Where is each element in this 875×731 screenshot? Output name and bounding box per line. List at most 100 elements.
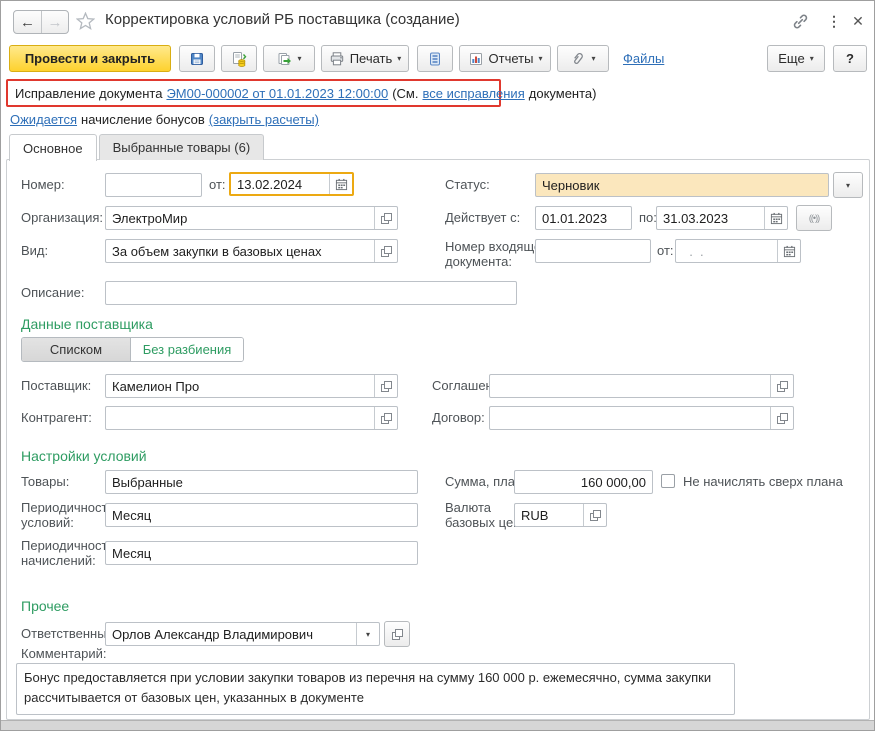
valid-to-label: по: — [639, 210, 657, 225]
contract-input[interactable] — [490, 407, 770, 429]
status-dropdown-button[interactable]: ▾ — [833, 172, 863, 198]
more-button[interactable]: Еще ▾ — [767, 45, 825, 72]
banner-prefix: Исправление документа — [15, 85, 163, 101]
print-button[interactable]: Печать ▾ — [321, 45, 409, 72]
valid-to-calendar-button[interactable] — [764, 207, 787, 229]
valid-from-label: Действует с: — [445, 210, 521, 225]
period-conditions-field-wrap — [105, 503, 418, 527]
supplier-choose-button[interactable] — [374, 375, 397, 397]
calendar-icon — [783, 245, 795, 257]
no-accrual-over-plan-checkbox[interactable] — [661, 474, 675, 488]
back-button[interactable]: ← — [14, 11, 41, 33]
valid-from-field-wrap — [535, 206, 632, 230]
incoming-date-calendar-button[interactable] — [777, 240, 800, 262]
banner-tail: документа) — [528, 85, 597, 101]
page-title: Корректировка условий РБ поставщика (соз… — [105, 11, 460, 28]
organization-choose-button[interactable] — [374, 207, 397, 229]
close-button[interactable]: ✕ — [845, 9, 871, 33]
close-icon: ✕ — [852, 12, 864, 29]
base-currency-choose-button[interactable] — [583, 504, 606, 526]
counterparty-input[interactable] — [106, 407, 374, 429]
incoming-date-input[interactable] — [676, 240, 777, 262]
reports-button[interactable]: Отчеты ▾ — [459, 45, 551, 72]
link-icon — [793, 14, 807, 28]
responsible-choose-button[interactable] — [384, 621, 410, 647]
bonus-text: начисление бонусов — [81, 112, 205, 127]
number-field-wrap — [105, 173, 202, 197]
source-document-link[interactable]: ЭМ00-000002 от 01.01.2023 12:00:00 — [166, 86, 388, 101]
description-input[interactable] — [106, 282, 516, 304]
choose-icon — [391, 628, 403, 640]
counterparty-label: Контрагент: — [21, 410, 92, 425]
choose-icon — [380, 212, 392, 224]
favorite-button[interactable] — [73, 10, 97, 32]
number-input[interactable] — [106, 174, 201, 196]
calendar-icon — [335, 178, 347, 190]
main-form-panel: Номер: от: Статус: ▾ Организа — [6, 159, 870, 720]
all-corrections-link[interactable]: все исправления — [422, 86, 524, 101]
choose-icon — [380, 245, 392, 257]
comment-label: Комментарий: — [21, 646, 107, 661]
tab-main[interactable]: Основное — [9, 134, 97, 161]
calendar-icon — [770, 212, 782, 224]
amount-plan-field-wrap — [514, 470, 653, 494]
counterparty-choose-button[interactable] — [374, 407, 397, 429]
date-input[interactable] — [231, 174, 329, 194]
period-accruals-label-line2: начислений: — [21, 553, 96, 568]
valid-to-input[interactable] — [657, 207, 764, 229]
period-conditions-input[interactable] — [106, 504, 417, 526]
correction-banner: Исправление документа ЭМ00-000002 от 01.… — [6, 79, 596, 107]
number-label: Номер: — [21, 177, 65, 192]
organization-input[interactable] — [106, 207, 374, 229]
window-menu-button[interactable]: ⋮ — [821, 9, 847, 33]
pending-link[interactable]: Ожидается — [10, 112, 77, 127]
comment-textarea[interactable]: Бонус предоставляется при условии закупк… — [16, 663, 735, 715]
post-document-button[interactable] — [221, 45, 257, 72]
conditions-section-title: Настройки условий — [21, 448, 147, 464]
chevron-down-icon: ▾ — [845, 180, 850, 190]
goods-input[interactable] — [106, 471, 417, 493]
post-and-close-button[interactable]: Провести и закрыть — [9, 45, 171, 72]
period-accruals-input[interactable] — [106, 542, 417, 564]
incoming-date-label: от: — [657, 243, 674, 258]
kebab-menu-icon: ⋮ — [827, 12, 841, 29]
kind-label: Вид: — [21, 243, 49, 258]
save-button[interactable] — [179, 45, 215, 72]
toggle-no-breakdown-button[interactable]: Без разбиения — [130, 338, 243, 361]
agreement-input[interactable] — [490, 375, 770, 397]
forward-button[interactable]: → — [41, 11, 68, 33]
status-input[interactable] — [536, 174, 828, 196]
incoming-number-input[interactable] — [536, 240, 650, 262]
document-movements-button[interactable] — [417, 45, 453, 72]
kind-input[interactable] — [106, 240, 374, 262]
toggle-list-button[interactable]: Списком — [22, 338, 130, 361]
responsible-input[interactable] — [106, 623, 356, 645]
files-link[interactable]: Файлы — [623, 51, 664, 66]
supplier-field-wrap — [105, 374, 398, 398]
responsible-field-wrap: ▾ — [105, 622, 380, 646]
banner-see: (См. — [392, 85, 419, 101]
date-calendar-button[interactable] — [329, 174, 352, 194]
get-link-button[interactable] — [787, 9, 813, 33]
base-currency-input[interactable] — [515, 504, 583, 526]
tab-selected-goods[interactable]: Выбранные товары (6) — [98, 134, 265, 160]
help-button[interactable]: ? — [833, 45, 867, 72]
floppy-icon — [191, 52, 203, 65]
incoming-number-field-wrap — [535, 239, 651, 263]
create-based-on-button[interactable]: ▾ — [263, 45, 315, 72]
attachments-button[interactable]: ▾ — [557, 45, 609, 72]
register-records-icon — [430, 52, 440, 65]
period-choice-button[interactable]: ((•)) — [796, 205, 832, 231]
bonus-status-line: Ожидается начисление бонусов (закрыть ра… — [10, 112, 319, 127]
help-label: ? — [846, 51, 854, 66]
goods-label: Товары: — [21, 474, 70, 489]
close-calculations-link[interactable]: (закрыть расчеты) — [209, 112, 319, 127]
valid-from-input[interactable] — [536, 207, 631, 229]
other-section-title: Прочее — [21, 598, 70, 614]
agreement-choose-button[interactable] — [770, 375, 793, 397]
responsible-dropdown-button[interactable]: ▾ — [356, 623, 379, 645]
supplier-input[interactable] — [106, 375, 374, 397]
amount-plan-input[interactable] — [515, 471, 652, 493]
contract-choose-button[interactable] — [770, 407, 793, 429]
kind-choose-button[interactable] — [374, 240, 397, 262]
